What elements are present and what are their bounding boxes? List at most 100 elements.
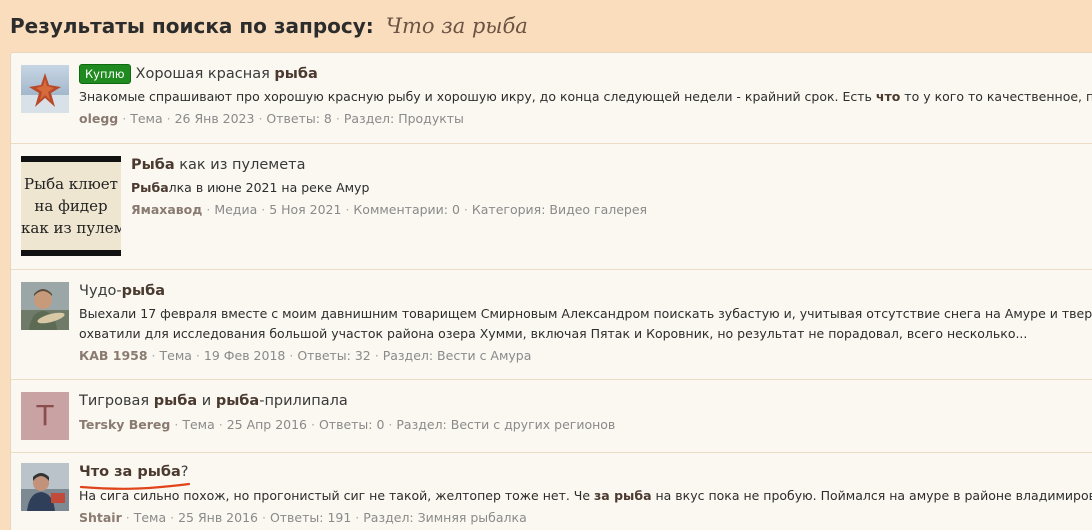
reply-count: Ответы: 0 <box>318 417 385 432</box>
title-text: как из пулемета <box>174 157 306 173</box>
thumbnail-caption-line: как из пулемет <box>21 219 121 237</box>
meta-separator: · <box>289 348 294 363</box>
result-meta: Ямахавод · Медиа · 5 Ноя 2021 · Коммента… <box>131 199 1092 221</box>
result-content: Что за рыба? На сига сильно похож, но пр… <box>79 461 1092 529</box>
title-highlight: рыба <box>121 283 166 299</box>
snippet-highlight: что <box>875 89 901 104</box>
forum-section-link[interactable]: Раздел: Продукты <box>344 111 464 126</box>
forum-section-link[interactable]: Раздел: Вести с Амура <box>383 348 532 363</box>
meta-separator: · <box>335 111 340 126</box>
forum-section-link[interactable]: Раздел: Вести с других регионов <box>396 417 615 432</box>
result-title-link[interactable]: Куплю Хорошая красная рыба <box>79 63 1092 85</box>
post-date: 25 Апр 2016 <box>226 417 308 432</box>
meta-separator: · <box>311 417 315 432</box>
snippet-highlight: Рыба <box>131 180 169 195</box>
snippet-line: охватили для исследования большой участо… <box>79 326 1028 341</box>
meta-separator: · <box>258 111 263 126</box>
result-content: Тигровая рыба и рыба -прилипала Tersky Be… <box>79 390 1092 436</box>
content-type: Тема <box>130 111 163 126</box>
result-title-link[interactable]: Что за рыба? <box>79 461 1092 483</box>
result-title-link[interactable]: Чудо-рыба <box>79 280 1092 302</box>
buy-badge[interactable]: Куплю <box>79 64 131 84</box>
avatar-photo-icon <box>21 282 69 330</box>
result-meta: КАВ 1958 · Тема · 19 Фев 2018 · Ответы: … <box>79 345 1092 367</box>
result-content: Куплю Хорошая красная рыба Знакомые спра… <box>79 63 1092 130</box>
result-thumbnail-starfish[interactable] <box>21 65 69 113</box>
author-link[interactable]: Ямахавод <box>131 202 202 217</box>
list-item: Чудо-рыба Выехали 17 февраля вместе с мо… <box>11 270 1092 380</box>
author-link[interactable]: olegg <box>79 111 118 126</box>
reply-count: Ответы: 32 <box>297 348 371 363</box>
title-text: и <box>197 393 216 409</box>
result-thumbnail-video[interactable]: Рыба клюет на фидер как из пулемет <box>21 156 121 256</box>
avatar-photo-icon <box>21 463 69 511</box>
content-type: Медиа <box>214 202 258 217</box>
result-snippet: На сига сильно похож, но прогонистый сиг… <box>79 484 1092 507</box>
result-snippet: Выехали 17 февраля вместе с моим давнишн… <box>79 304 1092 344</box>
result-snippet: Рыбалка в июне 2021 на реке Амур <box>131 176 1092 199</box>
title-text: Хорошая красная <box>135 66 275 82</box>
snippet-text: на вкус пока не пробую. Поймался на амур… <box>651 488 1092 503</box>
author-link[interactable]: Tersky Bereg <box>79 417 170 432</box>
meta-separator: · <box>345 202 350 217</box>
reply-count: Ответы: 191 <box>269 510 352 525</box>
title-highlight: Рыба <box>131 157 175 173</box>
post-date: 26 Янв 2023 <box>174 111 255 126</box>
page-title: Результаты поиска по запросу: Что за рыб… <box>10 9 528 43</box>
meta-separator: · <box>170 510 175 525</box>
forum-section-link[interactable]: Раздел: Зимняя рыбалка <box>363 510 526 525</box>
title-highlight: Что за рыба <box>79 464 181 480</box>
meta-separator: · <box>261 510 266 525</box>
list-item: Рыба клюет на фидер как из пулемет Рыба … <box>11 144 1092 270</box>
title-text: Чудо- <box>79 283 122 299</box>
user-avatar[interactable]: T <box>21 392 69 440</box>
result-content: Рыба как из пулемета Рыбалка в июне 2021… <box>131 154 1092 221</box>
title-text: ? <box>180 464 189 480</box>
result-meta: Tersky Bereg · Тема · 25 Апр 2016 · Отве… <box>79 414 1092 436</box>
title-highlight: рыба <box>274 66 318 82</box>
post-date: 25 Янв 2016 <box>178 510 258 525</box>
results-list: Куплю Хорошая красная рыба Знакомые спра… <box>10 52 1092 530</box>
title-highlight: рыба <box>215 393 260 409</box>
search-results-page: Результаты поиска по запросу: Что за рыб… <box>0 0 1092 530</box>
title-text: Тигровая <box>79 393 154 409</box>
category-link[interactable]: Категория: Видео галерея <box>472 202 647 217</box>
meta-separator: · <box>122 111 127 126</box>
snippet-text: то у кого то качественное, по по <box>904 89 1092 104</box>
result-content: Чудо-рыба Выехали 17 февраля вместе с мо… <box>79 280 1092 367</box>
red-underline-annotation <box>79 482 191 490</box>
meta-separator: · <box>166 111 171 126</box>
thumbnail-caption-line: Рыба клюет <box>24 175 118 193</box>
meta-separator: · <box>174 417 179 432</box>
user-avatar[interactable] <box>21 463 69 511</box>
content-type: Тема <box>133 510 167 525</box>
content-type: Тема <box>182 417 215 432</box>
list-item: Что за рыба? На сига сильно похож, но пр… <box>11 453 1092 530</box>
list-item: Куплю Хорошая красная рыба Знакомые спра… <box>11 53 1092 144</box>
comment-count: Комментарии: 0 <box>353 202 460 217</box>
meta-separator: · <box>218 417 223 432</box>
snippet-text: Знакомые спрашивают про хорошую красную … <box>79 89 876 104</box>
meta-separator: · <box>125 510 130 525</box>
post-date: 19 Фев 2018 <box>203 348 286 363</box>
meta-separator: · <box>374 348 379 363</box>
author-link[interactable]: Shtair <box>79 510 122 525</box>
result-title-link[interactable]: Тигровая рыба и рыба -прилипала <box>79 390 1092 412</box>
result-snippet: Знакомые спрашивают про хорошую красную … <box>79 85 1092 108</box>
result-title-link[interactable]: Рыба как из пулемета <box>131 154 1092 176</box>
result-meta: olegg · Тема · 26 Янв 2023 · Ответы: 8 ·… <box>79 108 1092 130</box>
user-avatar[interactable] <box>21 282 69 330</box>
reply-count: Ответы: 8 <box>266 111 332 126</box>
post-date: 5 Ноя 2021 <box>269 202 342 217</box>
starfish-icon <box>21 65 69 113</box>
author-link[interactable]: КАВ 1958 <box>79 348 148 363</box>
meta-separator: · <box>195 348 200 363</box>
avatar-letter: T <box>21 392 69 440</box>
meta-separator: · <box>206 202 211 217</box>
search-query: Что за рыба <box>385 14 528 38</box>
meta-separator: · <box>261 202 266 217</box>
title-text: -прилипала <box>259 393 348 409</box>
snippet-line: Выехали 17 февраля вместе с моим давнишн… <box>79 306 1092 321</box>
thumbnail-caption-line: на фидер <box>34 197 108 215</box>
title-highlight: рыба <box>153 393 198 409</box>
